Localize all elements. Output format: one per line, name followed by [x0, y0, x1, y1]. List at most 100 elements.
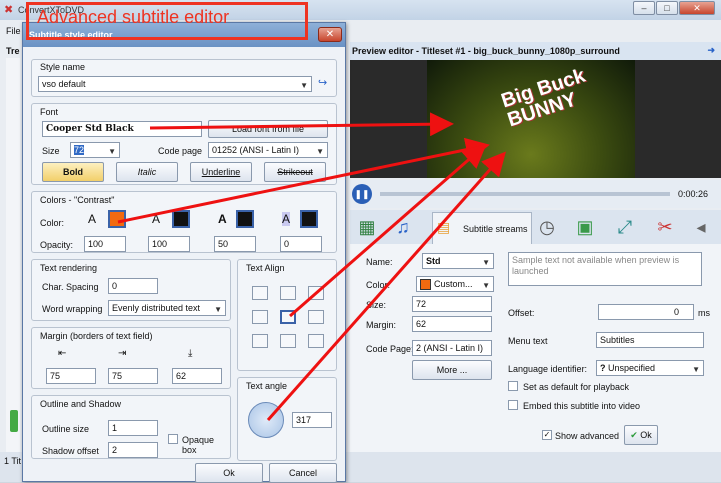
preview-title: Preview editor - Titleset #1 - big_buck_… [352, 46, 620, 56]
close-window-button[interactable]: ✕ [679, 1, 715, 15]
char-spacing-field[interactable]: 0 [108, 278, 158, 294]
name-select[interactable]: Std ▼ [422, 253, 494, 269]
margin-right-field[interactable]: 75 [108, 368, 158, 384]
panel-ok-button[interactable]: ✔ Ok [624, 425, 658, 445]
outline-shadow-group: Outline and Shadow Outline size 1 Shadow… [31, 395, 231, 459]
dialog-cancel-button[interactable]: Cancel [269, 463, 337, 483]
opacity-field-1[interactable]: 100 [84, 236, 126, 252]
menu-text-field[interactable]: Subtitles [596, 332, 704, 348]
maximize-button[interactable]: □ [656, 1, 678, 15]
more-tabs-icon[interactable]: ◂ [688, 214, 714, 240]
chevron-down-icon: ▼ [482, 258, 490, 267]
align-middle-left[interactable] [252, 310, 268, 324]
opacity-field-4[interactable]: 0 [280, 236, 322, 252]
outline-shadow-label: Outline and Shadow [38, 399, 124, 409]
seek-bar[interactable] [380, 192, 670, 196]
subtitle-tab-icon: ▤ [437, 219, 451, 235]
angle-field[interactable]: 317 [292, 412, 332, 428]
resize-tab-icon[interactable]: ⤢ [612, 214, 638, 240]
arrow-right-icon[interactable]: ➜ [707, 45, 715, 56]
default-playback-checkbox[interactable] [508, 381, 518, 391]
margin-right-icon: ⇥ [118, 348, 127, 359]
margin-bottom-field[interactable]: 62 [172, 368, 222, 384]
shadow-color-icon: A [218, 212, 227, 226]
chevron-down-icon: ▼ [108, 147, 116, 156]
more-button[interactable]: More ... [412, 360, 492, 380]
dialog-ok-button[interactable]: Ok [195, 463, 263, 483]
word-wrapping-select[interactable]: Evenly distributed text ▼ [108, 300, 226, 316]
dialog-close-button[interactable]: ✕ [318, 27, 342, 42]
menu-file[interactable]: File [6, 26, 21, 36]
box-color-swatch[interactable] [300, 210, 318, 228]
opacity-field-3[interactable]: 50 [214, 236, 256, 252]
video-preview: Big Buck BUNNY ​ [427, 60, 635, 178]
opaque-box-checkbox[interactable] [168, 434, 178, 444]
opacity-field-2[interactable]: 100 [148, 236, 190, 252]
align-top-center[interactable] [280, 286, 296, 300]
color-swatch [420, 279, 431, 290]
tab-subtitle-streams[interactable]: ▤ Subtitle streams [432, 212, 532, 244]
margin-field[interactable]: 62 [412, 316, 492, 332]
size-select[interactable]: 72 ▼ [70, 142, 120, 158]
shadow-offset-field[interactable]: 2 [108, 442, 158, 458]
bold-button[interactable]: Bold [42, 162, 104, 182]
save-style-icon[interactable]: ↪ [318, 76, 327, 89]
embed-checkbox[interactable] [508, 400, 518, 410]
subtitle-panel: Name: Std ▼ Color: Custom... ▼ Size: 72 Ma… [350, 244, 721, 454]
pause-button[interactable]: ❚❚ [352, 184, 372, 204]
angle-dial[interactable] [248, 402, 284, 438]
style-name-value: vso default [42, 79, 86, 89]
font-group: Font Cooper Std Black Load font from fil… [31, 103, 337, 185]
subtitle-tab-label: Subtitle streams [463, 224, 528, 234]
codepage-select[interactable]: 2 (ANSI - Latin I) [412, 340, 492, 356]
align-middle-center[interactable] [280, 310, 296, 324]
strikeout-button[interactable]: Strikeout [264, 162, 326, 182]
word-wrapping-label: Word wrapping [42, 304, 103, 314]
show-advanced-checkbox[interactable]: ✓ [542, 430, 552, 440]
preview-header: Preview editor - Titleset #1 - big_buck_… [350, 42, 721, 60]
image-tab-icon[interactable]: ▣ [572, 214, 598, 240]
margin-left-field[interactable]: 75 [46, 368, 96, 384]
align-bottom-right[interactable] [308, 334, 324, 348]
outline-color-swatch[interactable] [172, 210, 190, 228]
tree-panel [6, 58, 20, 458]
chapters-tab-icon[interactable]: ◷ [534, 214, 560, 240]
chevron-down-icon: ▼ [692, 365, 700, 374]
outline-size-label: Outline size [42, 424, 90, 434]
app-logo-icon: ✖ [4, 4, 14, 16]
align-top-left[interactable] [252, 286, 268, 300]
unspecified-icon: ? [600, 363, 608, 373]
color-select[interactable]: Custom... ▼ [416, 276, 494, 292]
status-text: 1 Tit [4, 456, 22, 466]
size-field[interactable]: 72 [412, 296, 492, 312]
window-controls: – □ ✕ [633, 1, 715, 15]
chevron-down-icon: ▼ [316, 147, 324, 156]
language-select[interactable]: ? Unspecified ▼ [596, 360, 704, 376]
text-color-swatch[interactable] [108, 210, 126, 228]
audio-tab-icon[interactable]: ♫ [390, 214, 416, 240]
name-value: Std [426, 256, 441, 266]
color-label: Color: [366, 280, 391, 290]
minimize-button[interactable]: – [633, 1, 655, 15]
load-font-button[interactable]: Load font from file [208, 120, 328, 138]
check-icon: ✔ [630, 430, 638, 440]
margin-left-icon: ⇤ [58, 348, 67, 359]
align-bottom-left[interactable] [252, 334, 268, 348]
video-tab-icon[interactable]: ▦ [354, 214, 380, 240]
offset-field[interactable]: 0 [598, 304, 694, 320]
style-name-select[interactable]: vso default ▼ [38, 76, 312, 92]
underline-button[interactable]: Underline [190, 162, 252, 182]
align-middle-right[interactable] [308, 310, 324, 324]
align-top-right[interactable] [308, 286, 324, 300]
font-name-field[interactable]: Cooper Std Black [42, 121, 202, 137]
italic-button[interactable]: Italic [116, 162, 178, 182]
codepage-select[interactable]: 01252 (ANSI - Latin I) ▼ [208, 142, 328, 158]
chevron-down-icon: ▼ [214, 305, 222, 314]
cut-tab-icon[interactable]: ✂ [652, 214, 678, 240]
style-name-label: Style name [38, 62, 88, 72]
shadow-color-swatch[interactable] [236, 210, 254, 228]
player-bar: ❚❚ 0:00:26 [350, 180, 721, 208]
align-bottom-center[interactable] [280, 334, 296, 348]
chevron-down-icon: ▼ [482, 281, 490, 290]
outline-size-field[interactable]: 1 [108, 420, 158, 436]
